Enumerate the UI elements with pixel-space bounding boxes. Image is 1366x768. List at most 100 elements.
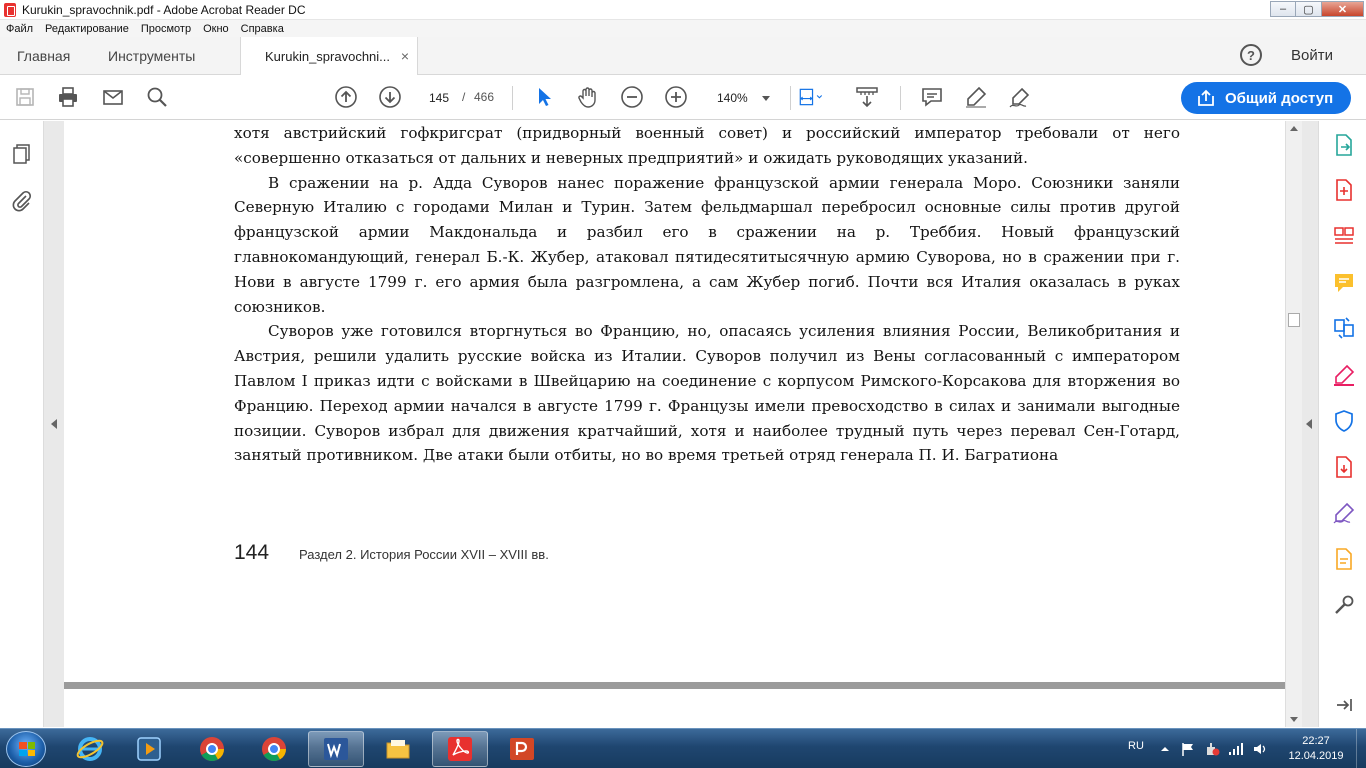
highlight-pen-icon[interactable] [963, 84, 989, 110]
help-icon[interactable]: ? [1240, 44, 1262, 66]
menu-help[interactable]: Справка [241, 23, 284, 35]
acrobat-app-icon [4, 2, 16, 17]
menu-file[interactable]: Файл [6, 23, 33, 35]
title-bar: Kurukin_spravochnik.pdf - Adobe Acrobat … [0, 0, 1366, 20]
windows-logo-icon [19, 742, 35, 756]
clock-time: 22:27 [1302, 735, 1330, 747]
running-header: Раздел 2. История России XVII – XVIII вв… [299, 547, 549, 562]
page-separator-bar [64, 682, 1285, 689]
paragraph: хотя австрийский гофкригсрат (придворный… [234, 124, 1180, 167]
toolbar-divider [900, 86, 901, 110]
send-for-review-icon[interactable] [1332, 547, 1356, 571]
window-title: Kurukin_spravochnik.pdf - Adobe Acrobat … [22, 2, 306, 17]
right-panel-collapse-strip[interactable] [1302, 121, 1318, 727]
more-tools-icon[interactable] [1332, 593, 1356, 617]
attachment-icon[interactable] [11, 190, 33, 212]
start-button[interactable] [6, 731, 46, 767]
right-tools-panel [1318, 121, 1366, 727]
menu-window[interactable]: Окно [203, 23, 229, 35]
save-icon[interactable] [12, 84, 38, 110]
menu-bar: Файл Редактирование Просмотр Окно Справк… [0, 20, 1366, 37]
toolbar: 145 / 466 140% Общий доступ [0, 76, 1366, 120]
taskbar-internet-explorer-icon[interactable] [62, 731, 118, 767]
zoom-out-icon[interactable] [619, 84, 645, 110]
email-icon[interactable] [100, 84, 126, 110]
action-center-flag-icon[interactable] [1180, 741, 1196, 757]
minimize-button[interactable]: – [1270, 1, 1296, 17]
optimize-pdf-icon[interactable] [1332, 455, 1356, 479]
windows-taskbar: RU 22:27 12.04.2019 [0, 728, 1366, 768]
vertical-scrollbar[interactable] [1285, 121, 1302, 727]
share-icon [1198, 89, 1214, 106]
tab-row: Главная Инструменты Kurukin_spravochni..… [0, 37, 1366, 75]
network-signal-icon[interactable] [1228, 741, 1244, 757]
menu-edit[interactable]: Редактирование [45, 23, 129, 35]
taskbar-chrome-icon[interactable] [184, 731, 240, 767]
taskbar-word-icon[interactable] [308, 731, 364, 767]
document-view[interactable]: хотя австрийский гофкригсрат (придворный… [64, 121, 1285, 727]
close-window-button[interactable]: ✕ [1322, 1, 1364, 17]
taskbar-chrome-icon[interactable] [246, 731, 302, 767]
taskbar-explorer-folder-icon[interactable] [370, 731, 426, 767]
scroll-mode-icon[interactable] [854, 84, 880, 110]
tab-tools[interactable]: Инструменты [108, 48, 195, 64]
tab-document[interactable]: Kurukin_spravochni... × [240, 37, 418, 75]
scroll-up-arrow-icon[interactable] [1290, 126, 1298, 131]
protect-shield-icon[interactable] [1332, 409, 1356, 433]
scroll-down-arrow-icon[interactable] [1290, 717, 1298, 722]
paragraph: В сражении на р. Адда Суворов нанес пора… [234, 173, 1180, 316]
search-icon[interactable] [144, 84, 170, 110]
scrollbar-thumb[interactable] [1288, 313, 1300, 327]
safely-remove-hardware-icon[interactable] [1204, 741, 1220, 757]
system-clock[interactable]: 22:27 12.04.2019 [1286, 734, 1346, 764]
page-thumbnails-icon[interactable] [11, 143, 33, 165]
collapse-arrow-icon [51, 419, 57, 429]
expand-panel-icon[interactable] [1332, 693, 1356, 717]
comment-icon[interactable] [919, 84, 945, 110]
comment-tool-icon[interactable] [1332, 271, 1356, 295]
taskbar-powerpoint-icon[interactable] [494, 731, 550, 767]
taskbar-media-player-icon[interactable] [121, 731, 177, 767]
left-panel-collapse-strip[interactable] [44, 121, 64, 727]
window-controls: – ▢ ✕ [1270, 0, 1364, 18]
keyboard-language-indicator[interactable]: RU [1128, 740, 1144, 752]
hand-tool-icon[interactable] [575, 84, 601, 110]
zoom-level-select[interactable]: 140% [708, 87, 778, 109]
total-pages: 466 [474, 90, 495, 104]
page-number-input[interactable]: 145 [423, 87, 455, 109]
share-button-label: Общий доступ [1225, 89, 1334, 107]
close-tab-icon[interactable]: × [401, 48, 409, 64]
document-tab-label: Kurukin_spravochni... [265, 49, 391, 64]
printed-page-number: 144 [234, 541, 270, 564]
create-pdf-icon[interactable] [1332, 178, 1356, 202]
send-for-signature-icon[interactable] [1332, 501, 1356, 525]
compare-files-icon[interactable] [1332, 316, 1356, 340]
paragraph: Суворов уже готовился вторгнуться во Фра… [234, 322, 1180, 465]
page-footer: 144 Раздел 2. История России XVII – XVII… [234, 541, 549, 565]
sign-icon[interactable] [1007, 84, 1033, 110]
print-icon[interactable] [55, 84, 81, 110]
next-page-icon[interactable] [377, 84, 403, 110]
sign-in-link[interactable]: Войти [1291, 47, 1333, 64]
volume-icon[interactable] [1252, 741, 1268, 757]
toolbar-divider [512, 86, 513, 110]
zoom-in-icon[interactable] [663, 84, 689, 110]
chevron-down-icon [762, 96, 770, 101]
select-tool-icon[interactable] [531, 84, 557, 110]
page-fit-icon[interactable] [798, 84, 824, 110]
share-button[interactable]: Общий доступ [1181, 82, 1351, 114]
collapse-arrow-icon [1306, 419, 1312, 429]
maximize-button[interactable]: ▢ [1296, 1, 1322, 17]
export-pdf-icon[interactable] [1332, 133, 1356, 157]
show-hidden-icons-icon[interactable] [1157, 741, 1173, 757]
clock-date: 12.04.2019 [1288, 750, 1344, 762]
zoom-level-value: 140% [717, 91, 748, 105]
organize-pages-icon[interactable] [1332, 225, 1356, 249]
toolbar-divider [790, 86, 791, 110]
taskbar-acrobat-icon[interactable] [432, 731, 488, 767]
show-desktop-button[interactable] [1356, 729, 1366, 768]
menu-view[interactable]: Просмотр [141, 23, 191, 35]
fill-sign-icon[interactable] [1332, 363, 1356, 387]
previous-page-icon[interactable] [333, 84, 359, 110]
tab-home[interactable]: Главная [17, 48, 70, 64]
